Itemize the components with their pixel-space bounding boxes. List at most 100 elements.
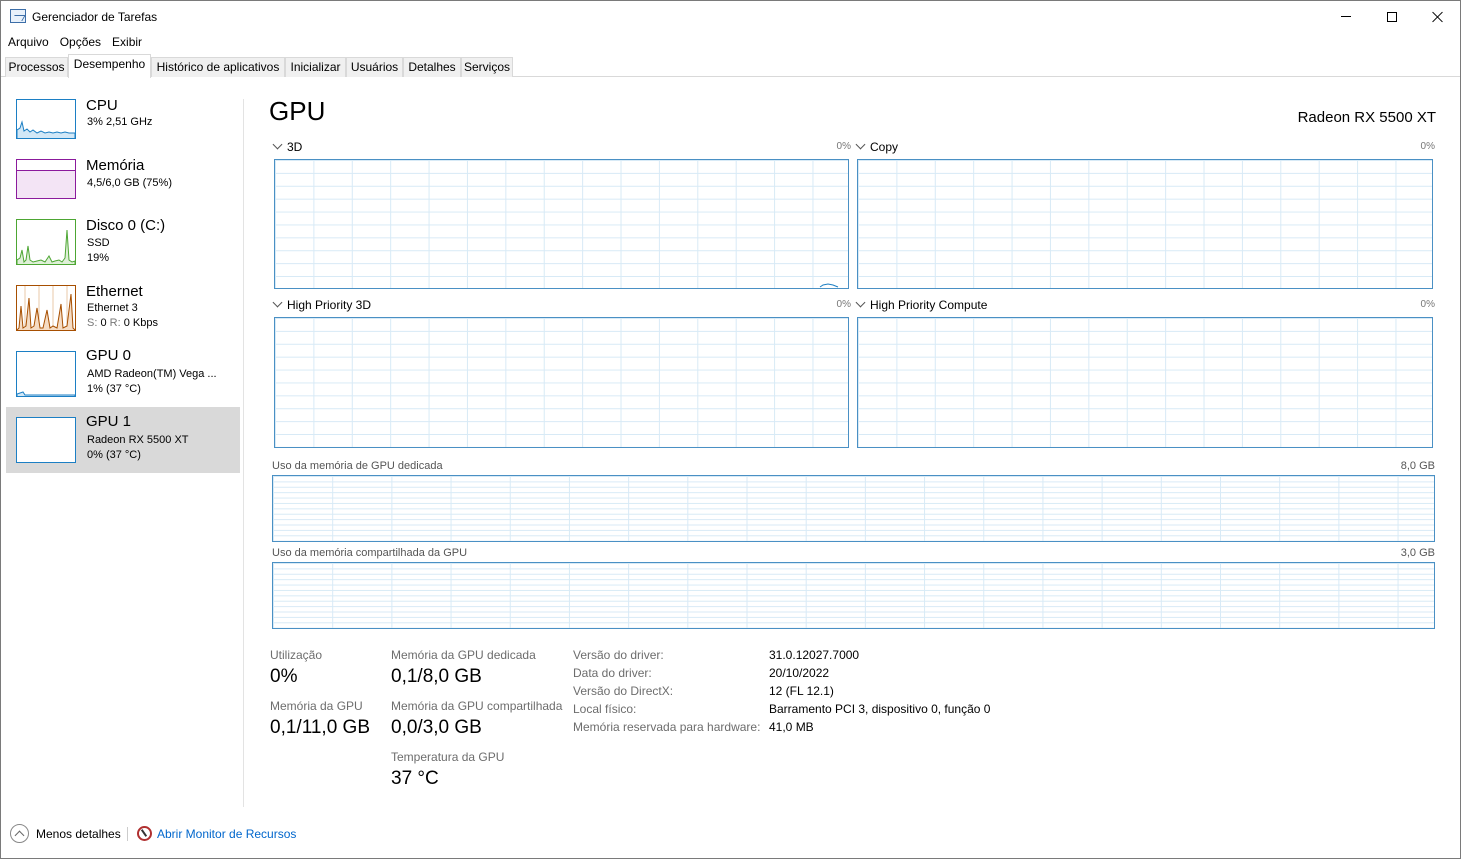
sidebar-item-sub2: 19% — [87, 252, 110, 264]
sidebar-item-title: Disco 0 (C:) — [86, 217, 166, 234]
dedicated-memory-graph — [272, 475, 1435, 542]
utilization-label: Utilização — [270, 648, 323, 662]
dedicated-label: Memória da GPU dedicada — [391, 648, 536, 662]
sidebar-item-title: GPU 1 — [86, 413, 132, 430]
less-details-button[interactable]: Menos detalhes — [36, 827, 121, 841]
sidebar-item-sub2: 1% (37 °C) — [87, 383, 141, 395]
disk-graph-icon — [16, 219, 76, 265]
sidebar-item-disk[interactable]: Disco 0 (C:) SSD 19% — [6, 213, 240, 279]
task-manager-window: Gerenciador de Tarefas Arquivo Opções Ex… — [0, 0, 1461, 859]
info-value: 31.0.12027.7000 — [769, 648, 860, 662]
task-manager-icon — [10, 9, 26, 23]
page-title: GPU — [269, 96, 326, 126]
dedicated-memory-label: Uso da memória de GPU dedicada — [272, 460, 443, 472]
menu-arquivo[interactable]: Arquivo — [1, 33, 53, 51]
engine-graph-hp3d — [274, 317, 849, 448]
footer-separator — [127, 827, 128, 841]
menu-exibir[interactable]: Exibir — [105, 33, 146, 51]
sidebar-item-cpu[interactable]: CPU 3% 2,51 GHz — [6, 91, 240, 153]
tab-historico[interactable]: Histórico de aplicativos — [151, 57, 285, 77]
engine-selector-hpcompute[interactable]: High Priority Compute — [855, 297, 988, 312]
cpu-graph-icon — [16, 99, 76, 139]
sidebar-item-ethernet[interactable]: Ethernet Ethernet 3 S: 0 R: 0 Kbps — [6, 279, 240, 341]
sidebar-item-gpu1[interactable]: GPU 1 Radeon RX 5500 XT 0% (37 °C) — [6, 407, 240, 473]
sidebar-item-title: Ethernet — [86, 283, 143, 300]
tab-desempenho[interactable]: Desempenho — [68, 54, 151, 78]
temperature-value: 37 °C — [391, 768, 439, 789]
engine-pct: 0% — [1420, 299, 1435, 310]
tab-servicos[interactable]: Serviços — [461, 57, 513, 77]
gpu-model-name: Radeon RX 5500 XT — [1297, 109, 1436, 126]
tab-usuarios[interactable]: Usuários — [346, 57, 403, 77]
info-value: 41,0 MB — [769, 720, 814, 734]
sidebar-item-memory[interactable]: Memória 4,5/6,0 GB (75%) — [6, 153, 240, 213]
send-value: 0 — [100, 317, 107, 329]
window-title: Gerenciador de Tarefas — [32, 10, 158, 24]
engine-selector-hp3d[interactable]: High Priority 3D — [272, 297, 372, 312]
info-value: Barramento PCI 3, dispositivo 0, função … — [769, 702, 991, 716]
sidebar-item-sub: Radeon RX 5500 XT — [87, 434, 189, 446]
info-key: Versão do driver: — [573, 648, 664, 662]
engine-label: High Priority Compute — [870, 298, 988, 312]
sidebar-divider[interactable] — [243, 99, 244, 807]
sidebar-item-title: CPU — [86, 97, 118, 114]
open-resource-monitor-link[interactable]: Abrir Monitor de Recursos — [157, 827, 296, 841]
info-value: 20/10/2022 — [769, 666, 830, 680]
info-key: Memória reservada para hardware: — [573, 720, 761, 734]
info-key: Versão do DirectX: — [573, 684, 674, 698]
temperature-label: Temperatura da GPU — [391, 750, 505, 764]
sidebar-item-gpu0[interactable]: GPU 0 AMD Radeon(TM) Vega ... 1% (37 °C) — [6, 341, 240, 407]
chevron-down-icon — [272, 297, 283, 308]
gpu0-graph-icon — [16, 351, 76, 397]
sidebar-item-sub: SSD — [87, 237, 110, 249]
ethernet-graph-icon — [16, 285, 76, 331]
tab-detalhes[interactable]: Detalhes — [403, 57, 461, 77]
engine-label: Copy — [870, 140, 899, 154]
maximize-button[interactable] — [1369, 1, 1415, 32]
minimize-icon — [1341, 16, 1351, 17]
engine-graph-3d — [274, 159, 849, 289]
send-label: S: — [87, 317, 98, 329]
chevron-down-icon — [855, 297, 866, 308]
menu-opcoes[interactable]: Opções — [53, 33, 105, 51]
engine-label: 3D — [287, 140, 303, 154]
engine-pct: 0% — [1420, 141, 1435, 152]
receive-label: R: — [109, 317, 121, 329]
sidebar-item-sub2: 0% (37 °C) — [87, 449, 141, 461]
resource-monitor-icon[interactable] — [137, 826, 152, 841]
gpu-memory-label: Memória da GPU — [270, 699, 363, 713]
shared-memory-max: 3,0 GB — [1400, 547, 1435, 559]
tab-bar: Processos Desempenho Histórico de aplica… — [1, 54, 1460, 78]
shared-label: Memória da GPU compartilhada — [391, 699, 563, 713]
engine-graph-copy — [857, 159, 1433, 289]
close-icon — [1432, 11, 1444, 23]
engine-selector-copy[interactable]: Copy — [855, 139, 899, 154]
shared-memory-graph — [272, 562, 1435, 629]
gpu-memory-value: 0,1/11,0 GB — [270, 717, 370, 738]
maximize-icon — [1387, 11, 1397, 22]
memory-graph-icon — [16, 159, 76, 199]
engine-selector-3d[interactable]: 3D — [272, 139, 303, 154]
engine-label: High Priority 3D — [287, 298, 372, 312]
shared-value: 0,0/3,0 GB — [391, 717, 482, 738]
engine-pct: 0% — [836, 141, 851, 152]
engine-pct: 0% — [836, 299, 851, 310]
menu-bar: Arquivo Opções Exibir — [1, 33, 146, 51]
footer: Menos detalhes Abrir Monitor de Recursos — [1, 821, 1460, 849]
info-key: Data do driver: — [573, 666, 652, 680]
tab-inicializar[interactable]: Inicializar — [285, 57, 346, 77]
receive-value: 0 Kbps — [123, 317, 158, 329]
info-key: Local físico: — [573, 702, 637, 716]
shared-memory-label: Uso da memória compartilhada da GPU — [272, 547, 468, 559]
sidebar-item-sub: 4,5/6,0 GB (75%) — [87, 177, 172, 189]
tab-processos[interactable]: Processos — [5, 57, 68, 77]
gpu1-graph-icon — [16, 417, 76, 463]
sidebar-item-title: GPU 0 — [86, 347, 132, 364]
dedicated-memory-max: 8,0 GB — [1400, 460, 1435, 472]
minimize-button[interactable] — [1323, 1, 1369, 32]
chevron-up-circle-icon[interactable] — [10, 824, 29, 843]
engine-graph-hpcompute — [857, 317, 1433, 448]
info-value: 12 (FL 12.1) — [769, 684, 834, 698]
dedicated-value: 0,1/8,0 GB — [391, 666, 482, 687]
close-button[interactable] — [1415, 1, 1461, 32]
